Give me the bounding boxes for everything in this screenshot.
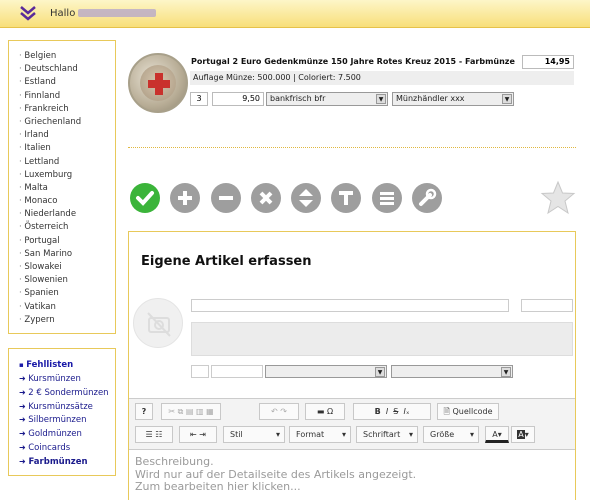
country-link[interactable]: Finnland bbox=[19, 90, 115, 103]
top-bar: Hallo bbox=[0, 0, 590, 28]
text-icon bbox=[339, 191, 353, 205]
country-list: BelgienDeutschlandEstlandFinnlandFrankre… bbox=[8, 40, 116, 334]
up-down-icon bbox=[299, 189, 313, 207]
price-input[interactable] bbox=[521, 299, 573, 312]
divider bbox=[128, 147, 576, 148]
close-icon bbox=[259, 191, 273, 205]
check-icon bbox=[136, 191, 154, 206]
description-line: Beschreibung. bbox=[135, 455, 214, 468]
chevron-down-icon: ▼ bbox=[376, 94, 386, 104]
check-button[interactable] bbox=[130, 183, 160, 213]
camera-icon[interactable] bbox=[133, 298, 183, 348]
country-link[interactable]: Estland bbox=[19, 76, 115, 89]
country-link[interactable]: Slowakei bbox=[19, 261, 115, 274]
insert-buttons[interactable]: ▬ Ω bbox=[305, 403, 345, 420]
product-price: 14,95 bbox=[522, 55, 574, 69]
style-select[interactable]: Stil bbox=[223, 426, 285, 443]
star-icon[interactable] bbox=[540, 180, 576, 216]
country-link[interactable]: Vatikan bbox=[19, 301, 115, 314]
missing-lists: Fehllisten Kursmünzen2 € SondermünzenKur… bbox=[8, 348, 116, 476]
add-button[interactable] bbox=[170, 183, 200, 213]
missing-list-link[interactable]: Kursmünzsätze bbox=[19, 400, 115, 414]
text-button[interactable] bbox=[331, 183, 361, 213]
chevron-down-icon: ▼ bbox=[501, 367, 511, 377]
indent-buttons[interactable]: ⇤ ⇥ bbox=[179, 426, 217, 443]
missing-list-link[interactable]: Goldmünzen bbox=[19, 427, 115, 441]
country-link[interactable]: Deutschland bbox=[19, 63, 115, 76]
list-buttons[interactable]: ☰ ☷ bbox=[135, 426, 173, 443]
dealer-select-empty[interactable]: ▼ bbox=[391, 365, 513, 378]
quantity-field[interactable]: 3 bbox=[190, 92, 208, 106]
condition-select-empty[interactable]: ▼ bbox=[265, 365, 387, 378]
description-line: Zum bearbeiten hier klicken... bbox=[135, 480, 301, 493]
delete-button[interactable] bbox=[251, 183, 281, 213]
list-button[interactable] bbox=[372, 183, 402, 213]
country-link[interactable]: Italien bbox=[19, 142, 115, 155]
missing-list-link[interactable]: Farbmünzen bbox=[19, 455, 115, 469]
format-select[interactable]: Format bbox=[289, 426, 351, 443]
country-link[interactable]: Luxemburg bbox=[19, 169, 115, 182]
menu-chevron-icon[interactable] bbox=[18, 4, 38, 24]
chevron-down-icon: ▼ bbox=[502, 94, 512, 104]
country-link[interactable]: Griechenland bbox=[19, 116, 115, 129]
editor-toolbar: ? ✂ ⧉ ▤ ▥ ▦ ↶ ↷ ▬ Ω B I S Iₓ 🗎 Quellcode… bbox=[129, 398, 575, 450]
country-link[interactable]: Spanien bbox=[19, 287, 115, 300]
country-link[interactable]: Malta bbox=[19, 182, 115, 195]
username-redacted bbox=[78, 9, 157, 17]
remove-button[interactable] bbox=[211, 183, 241, 213]
help-button[interactable]: ? bbox=[135, 403, 153, 420]
bg-color-button[interactable]: A▾ bbox=[511, 426, 535, 443]
country-link[interactable]: Portugal bbox=[19, 235, 115, 248]
quantity-input[interactable] bbox=[191, 365, 209, 378]
country-link[interactable]: Slowenien bbox=[19, 274, 115, 287]
country-link[interactable]: Monaco bbox=[19, 195, 115, 208]
country-link[interactable]: Zypern bbox=[19, 314, 115, 327]
missing-list-link[interactable]: Coincards bbox=[19, 441, 115, 455]
country-link[interactable]: Österreich bbox=[19, 221, 115, 234]
description-content[interactable]: Beschreibung. Wird nur auf der Detailseit… bbox=[135, 455, 416, 494]
font-select[interactable]: Schriftart bbox=[356, 426, 418, 443]
settings-button[interactable] bbox=[412, 183, 442, 213]
product-info: Auflage Münze: 500.000 | Coloriert: 7.50… bbox=[190, 71, 574, 85]
text-style-buttons[interactable]: B I S Iₓ bbox=[353, 403, 431, 420]
missing-list-link[interactable]: Silbermünzen bbox=[19, 413, 115, 427]
missing-list-link[interactable]: Kursmünzen bbox=[19, 372, 115, 386]
text-color-button[interactable]: A▾ bbox=[485, 426, 509, 443]
product-title[interactable]: Portugal 2 Euro Gedenkmünze 150 Jahre Ro… bbox=[191, 57, 515, 66]
undo-redo-buttons[interactable]: ↶ ↷ bbox=[259, 403, 299, 420]
sort-button[interactable] bbox=[291, 183, 321, 213]
country-link[interactable]: Irland bbox=[19, 129, 115, 142]
title-input[interactable] bbox=[191, 299, 509, 312]
missing-lists-heading[interactable]: Fehllisten bbox=[19, 358, 115, 372]
unit-price-input[interactable] bbox=[211, 365, 263, 378]
country-link[interactable]: San Marino bbox=[19, 248, 115, 261]
minus-icon bbox=[219, 196, 233, 200]
dealer-select[interactable]: Münzhändler xxx ▼ bbox=[392, 92, 514, 106]
editor-title: Eigene Artikel erfassen bbox=[141, 254, 312, 269]
plus-icon bbox=[178, 191, 192, 205]
country-link[interactable]: Niederlande bbox=[19, 208, 115, 221]
coin-image bbox=[128, 53, 188, 113]
missing-list-link[interactable]: 2 € Sondermünzen bbox=[19, 386, 115, 400]
size-select[interactable]: Größe bbox=[423, 426, 479, 443]
country-link[interactable]: Belgien bbox=[19, 50, 115, 63]
wrench-icon bbox=[419, 188, 437, 206]
country-link[interactable]: Lettland bbox=[19, 156, 115, 169]
article-editor: Eigene Artikel erfassen ▼ ▼ ? ✂ ⧉ ▤ ▥ ▦ … bbox=[128, 231, 576, 500]
greeting: Hallo bbox=[50, 8, 157, 19]
source-button[interactable]: 🗎 Quellcode bbox=[437, 403, 499, 420]
condition-select[interactable]: bankfrisch bfr ▼ bbox=[266, 92, 388, 106]
chevron-down-icon: ▼ bbox=[375, 367, 385, 377]
country-link[interactable]: Frankreich bbox=[19, 103, 115, 116]
list-icon bbox=[380, 192, 394, 205]
notes-area[interactable] bbox=[191, 322, 573, 356]
clipboard-buttons[interactable]: ✂ ⧉ ▤ ▥ ▦ bbox=[161, 403, 221, 420]
unit-price-field[interactable]: 9,50 bbox=[212, 92, 264, 106]
